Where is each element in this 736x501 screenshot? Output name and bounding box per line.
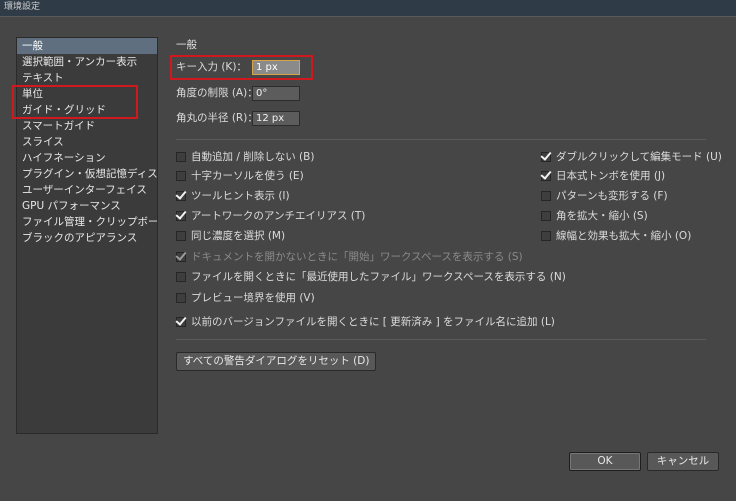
checkbox-label: 日本式トンボを使用 (J) [556, 170, 666, 182]
section-title: 一般 [176, 39, 197, 51]
checkbox-label: ダブルクリックして編集モード (U) [556, 151, 722, 163]
divider [176, 139, 706, 140]
key-input-field[interactable] [252, 60, 300, 75]
ok-button[interactable]: OK [569, 452, 641, 471]
checkbox[interactable] [541, 231, 551, 241]
checkbox-row[interactable]: 自動追加 / 削除しない (B) [176, 149, 314, 165]
checkbox-label: 角を拡大・縮小 (S) [556, 210, 648, 222]
checkbox-row[interactable]: ツールヒント表示 (I) [176, 188, 290, 204]
corner-radius-label: 角丸の半径 (R)： [176, 112, 258, 124]
checkbox-label: ファイルを開くときに「最近使用したファイル」ワークスペースを表示する (N) [191, 271, 566, 283]
sidebar-item-slices[interactable]: スライス [17, 134, 157, 150]
checkbox[interactable] [541, 191, 551, 201]
checkbox-row[interactable]: 線幅と効果も拡大・縮小 (O) [541, 228, 691, 244]
checkbox-row[interactable]: アートワークのアンチエイリアス (T) [176, 208, 365, 224]
checkbox-label: プレビュー境界を使用 (V) [191, 292, 315, 304]
divider [176, 339, 706, 340]
sidebar-item-smart-guides[interactable]: スマートガイド [17, 118, 157, 134]
checkbox-label: パターンも変形する (F) [556, 190, 668, 202]
checkbox-row[interactable]: 日本式トンボを使用 (J) [541, 168, 665, 184]
checkbox[interactable] [176, 231, 186, 241]
sidebar-item-general[interactable]: 一般 [17, 38, 157, 54]
sidebar-item-file-handling[interactable]: ファイル管理・クリップボード [17, 214, 157, 230]
checkbox-row[interactable]: 以前のバージョンファイルを開くときに [ 更新済み ] をファイル名に追加 (L… [176, 314, 555, 330]
angle-field[interactable] [252, 86, 300, 101]
sidebar-item-hyphenation[interactable]: ハイフネーション [17, 150, 157, 166]
checkbox[interactable] [541, 211, 551, 221]
checkbox[interactable] [176, 171, 186, 181]
checkbox-label: 線幅と効果も拡大・縮小 (O) [556, 230, 692, 242]
checkbox-row[interactable]: ダブルクリックして編集モード (U) [541, 149, 722, 165]
sidebar-item-plugins[interactable]: プラグイン・仮想記憶ディスク [17, 166, 157, 182]
sidebar-item-black-appearance[interactable]: ブラックのアピアランス [17, 230, 157, 246]
checkbox-label: アートワークのアンチエイリアス (T) [191, 210, 366, 222]
checkbox-label: 以前のバージョンファイルを開くときに [ 更新済み ] をファイル名に追加 (L… [191, 316, 555, 328]
checkbox [176, 252, 186, 262]
checkbox[interactable] [176, 317, 186, 327]
sidebar-item-selection[interactable]: 選択範囲・アンカー表示 [17, 54, 157, 70]
checkbox-label: ドキュメントを開かないときに「開始」ワークスペースを表示する (S) [191, 251, 523, 263]
checkbox-row[interactable]: ファイルを開くときに「最近使用したファイル」ワークスペースを表示する (N) [176, 269, 566, 285]
checkbox-row[interactable]: 同じ濃度を選択 (M) [176, 228, 285, 244]
checkbox[interactable] [176, 152, 186, 162]
checkbox-row[interactable]: 十字カーソルを使う (E) [176, 168, 304, 184]
checkbox[interactable] [541, 152, 551, 162]
reset-dialogs-button[interactable]: すべての警告ダイアログをリセット (D) [176, 352, 377, 371]
key-input-label: キー入力 (K)： [176, 61, 247, 73]
checkbox[interactable] [176, 191, 186, 201]
checkbox-row[interactable]: パターンも変形する (F) [541, 188, 668, 204]
checkbox-row[interactable]: プレビュー境界を使用 (V) [176, 290, 315, 306]
angle-label: 角度の制限 (A)： [176, 87, 258, 99]
sidebar-item-gpu[interactable]: GPU パフォーマンス [17, 198, 157, 214]
preferences-dialog: 一般 選択範囲・アンカー表示 テキスト 単位 ガイド・グリッド スマートガイド … [0, 16, 736, 501]
checkbox[interactable] [176, 293, 186, 303]
sidebar-item-user-interface[interactable]: ユーザーインターフェイス [17, 182, 157, 198]
checkbox-row[interactable]: 角を拡大・縮小 (S) [541, 208, 648, 224]
checkbox-label: 十字カーソルを使う (E) [191, 170, 304, 182]
checkbox-row: ドキュメントを開かないときに「開始」ワークスペースを表示する (S) [176, 249, 523, 265]
sidebar-item-type[interactable]: テキスト [17, 70, 157, 86]
units-guides-highlight [12, 85, 138, 119]
window-title: 環境設定 [4, 2, 41, 12]
corner-radius-field[interactable] [252, 111, 300, 126]
checkbox-label: 同じ濃度を選択 (M) [191, 230, 286, 242]
cancel-button[interactable]: キャンセル [647, 452, 719, 471]
checkbox[interactable] [176, 272, 186, 282]
checkbox-label: 自動追加 / 削除しない (B) [191, 151, 315, 163]
checkbox[interactable] [541, 171, 551, 181]
checkbox[interactable] [176, 211, 186, 221]
checkbox-label: ツールヒント表示 (I) [191, 190, 290, 202]
